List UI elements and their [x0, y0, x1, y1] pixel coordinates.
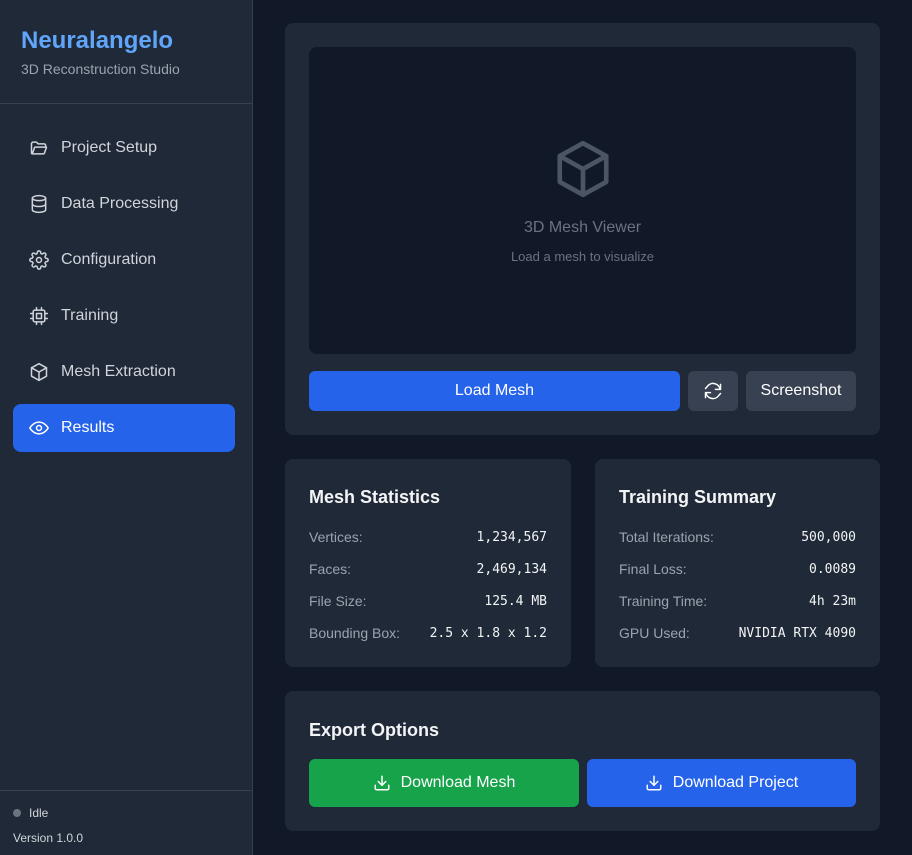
folder-open-icon: [29, 138, 49, 158]
summary-label: Training Time:: [619, 593, 708, 609]
sidebar-item-label: Data Processing: [61, 195, 179, 212]
download-project-label: Download Project: [672, 774, 799, 791]
sidebar-item-training[interactable]: Training: [13, 292, 235, 340]
app-title: Neuralangelo: [21, 27, 174, 54]
sidebar-item-project-setup[interactable]: Project Setup: [13, 124, 235, 172]
summary-label: Total Iterations:: [619, 529, 714, 545]
stat-value: 2,469,134: [476, 561, 547, 577]
cube-icon: [29, 362, 49, 382]
summary-row-gpu: GPU Used: NVIDIA RTX 4090: [619, 623, 856, 643]
gear-icon: [29, 250, 49, 270]
sidebar-item-results[interactable]: Results: [13, 404, 235, 452]
sidebar-item-label: Configuration: [61, 251, 157, 268]
sidebar-item-label: Training: [61, 307, 119, 324]
sidebar: Neuralangelo 3D Reconstruction Studio Pr…: [0, 0, 253, 855]
sidebar-item-data-processing[interactable]: Data Processing: [13, 180, 235, 228]
status-dot-icon: [13, 809, 21, 817]
download-mesh-label: Download Mesh: [400, 774, 516, 791]
mesh-viewer-panel: 3D Mesh Viewer Load a mesh to visualize …: [285, 23, 880, 435]
export-options-title: Export Options: [309, 720, 439, 740]
viewer-placeholder-subtitle: Load a mesh to visualize: [510, 248, 655, 264]
eye-icon: [29, 418, 49, 438]
summary-value: 4h 23m: [809, 593, 856, 609]
status-indicator: Idle: [13, 806, 239, 820]
stat-value: 2.5 x 1.8 x 1.2: [429, 625, 547, 641]
download-icon: [645, 774, 663, 792]
summary-row-final-loss: Final Loss: 0.0089: [619, 559, 856, 579]
download-mesh-button[interactable]: Download Mesh: [309, 759, 579, 807]
version-label: Version 1.0.0: [13, 831, 84, 845]
summary-row-training-time: Training Time: 4h 23m: [619, 591, 856, 611]
stat-row-file-size: File Size: 125.4 MB: [309, 591, 547, 611]
viewer-placeholder-title: 3D Mesh Viewer: [523, 218, 642, 236]
summary-value: 0.0089: [809, 561, 856, 577]
sidebar-nav: Project Setup Data Processing Configurat…: [0, 104, 252, 452]
stat-label: File Size:: [309, 593, 367, 609]
mesh-viewer-canvas[interactable]: 3D Mesh Viewer Load a mesh to visualize: [309, 47, 856, 354]
download-icon: [373, 774, 391, 792]
summary-label: Final Loss:: [619, 561, 687, 577]
summary-value: NVIDIA RTX 4090: [738, 625, 856, 641]
training-summary-panel: Training Summary Total Iterations: 500,0…: [595, 459, 880, 667]
stat-value: 125.4 MB: [484, 593, 547, 609]
sidebar-item-mesh-extraction[interactable]: Mesh Extraction: [13, 348, 235, 396]
sidebar-item-label: Project Setup: [61, 139, 158, 156]
summary-value: 500,000: [801, 529, 856, 545]
training-summary-title: Training Summary: [619, 487, 777, 507]
stat-row-vertices: Vertices: 1,234,567: [309, 527, 547, 547]
summary-label: GPU Used:: [619, 625, 690, 641]
cpu-icon: [29, 306, 49, 326]
sidebar-item-label: Mesh Extraction: [61, 363, 176, 380]
brand-header: Neuralangelo 3D Reconstruction Studio: [0, 0, 252, 104]
cube-icon: [552, 138, 614, 205]
sidebar-item-label: Results: [61, 419, 115, 436]
status-text: Idle: [29, 806, 49, 820]
stat-label: Vertices:: [309, 529, 363, 545]
refresh-icon: [703, 381, 723, 401]
mesh-statistics-panel: Mesh Statistics Vertices: 1,234,567 Face…: [285, 459, 571, 667]
stat-label: Faces:: [309, 561, 352, 577]
summary-row-iterations: Total Iterations: 500,000: [619, 527, 856, 547]
sidebar-item-configuration[interactable]: Configuration: [13, 236, 235, 284]
stat-row-faces: Faces: 2,469,134: [309, 559, 547, 579]
load-mesh-button[interactable]: Load Mesh: [309, 371, 680, 411]
stat-value: 1,234,567: [476, 529, 547, 545]
refresh-button[interactable]: [688, 371, 738, 411]
screenshot-button[interactable]: Screenshot: [746, 371, 856, 411]
export-options-panel: Export Options Download Mesh Download Pr…: [285, 691, 880, 831]
stat-row-bounding-box: Bounding Box: 2.5 x 1.8 x 1.2: [309, 623, 547, 643]
app-subtitle: 3D Reconstruction Studio: [21, 61, 180, 77]
download-project-button[interactable]: Download Project: [587, 759, 856, 807]
sidebar-footer: Idle Version 1.0.0: [0, 790, 252, 855]
stat-label: Bounding Box:: [309, 625, 401, 641]
mesh-statistics-title: Mesh Statistics: [309, 487, 441, 507]
database-icon: [29, 194, 49, 214]
